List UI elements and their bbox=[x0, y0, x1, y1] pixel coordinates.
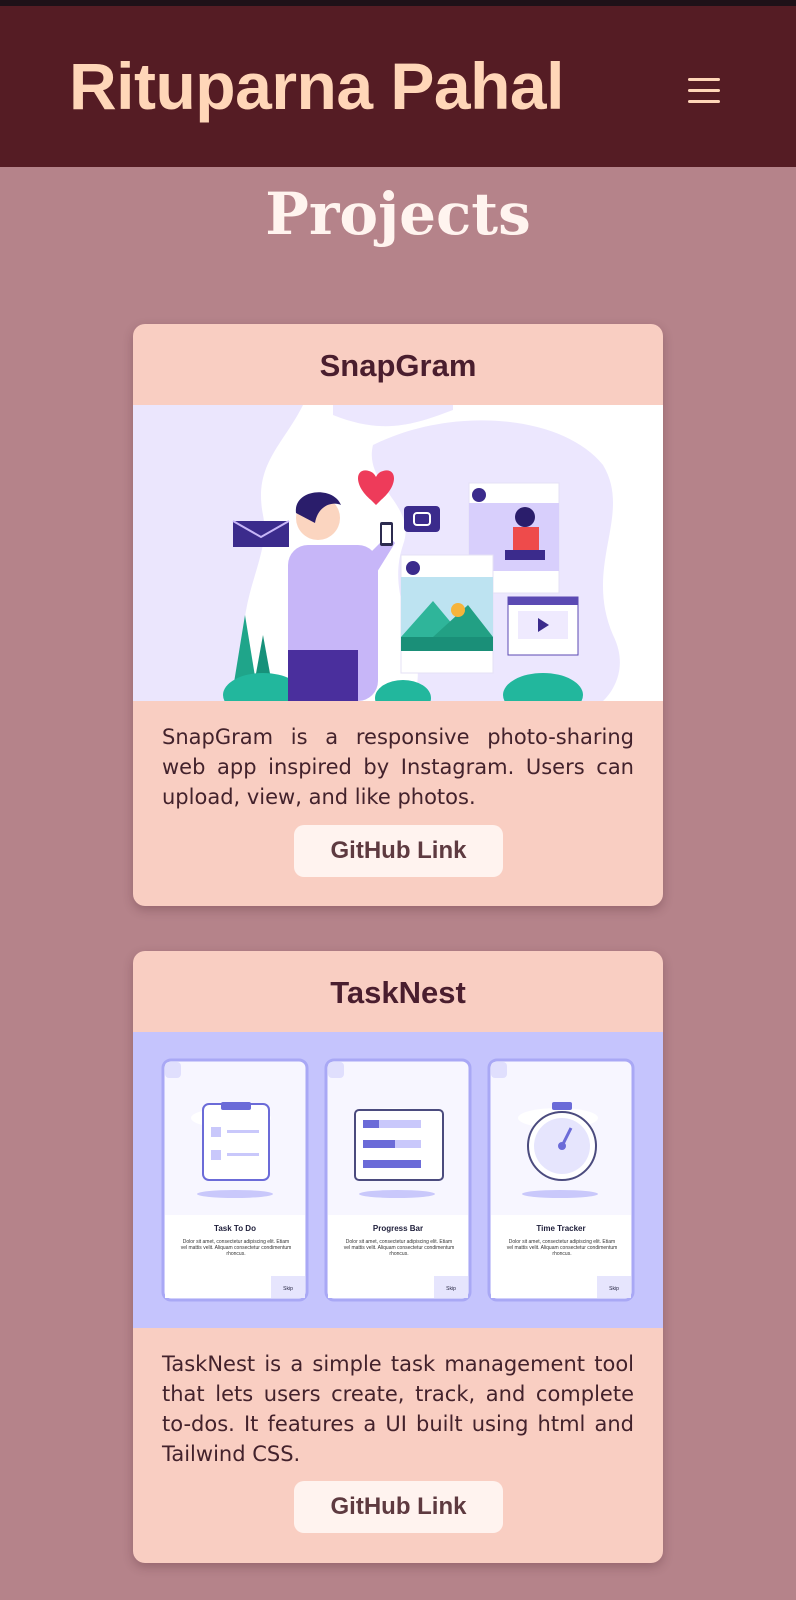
screen-label: Task To Do bbox=[214, 1224, 256, 1233]
screen-label: Progress Bar bbox=[373, 1224, 423, 1233]
hamburger-menu-icon[interactable] bbox=[680, 72, 728, 108]
project-description: SnapGram is a responsive photo-sharing w… bbox=[162, 725, 634, 809]
screen-skip: Skip bbox=[446, 1286, 456, 1292]
screen-label: Time Tracker bbox=[536, 1224, 585, 1233]
snapgram-illustration bbox=[133, 405, 663, 701]
github-link-button[interactable]: GitHub Link bbox=[294, 1481, 503, 1533]
screen-body-text: Dolor sit amet, consectetur adipiscing e… bbox=[180, 1239, 292, 1257]
screen-body-text: Dolor sit amet, consectetur adipiscing e… bbox=[343, 1239, 455, 1257]
screen-body-text: Dolor sit amet, consectetur adipiscing e… bbox=[506, 1239, 618, 1257]
github-link-button[interactable]: GitHub Link bbox=[294, 825, 503, 877]
project-card-snapgram: SnapGram SnapGram is a responsive photo-… bbox=[133, 324, 663, 906]
site-header: Rituparna Pahal bbox=[0, 6, 796, 167]
project-card-tasknest: TaskNest Task To Do Progress Bar Time Tr… bbox=[133, 951, 663, 1563]
project-title: SnapGram bbox=[319, 348, 477, 383]
project-title: TaskNest bbox=[330, 975, 466, 1010]
tasknest-screens-illustration: Task To Do Progress Bar Time Tracker Ski… bbox=[133, 1032, 663, 1328]
section-title: Projects bbox=[265, 180, 531, 248]
project-description: TaskNest is a simple task management too… bbox=[162, 1352, 634, 1466]
screen-skip: Skip bbox=[609, 1286, 619, 1292]
brand-name[interactable]: Rituparna Pahal bbox=[69, 48, 564, 124]
screen-skip: Skip bbox=[283, 1286, 293, 1292]
